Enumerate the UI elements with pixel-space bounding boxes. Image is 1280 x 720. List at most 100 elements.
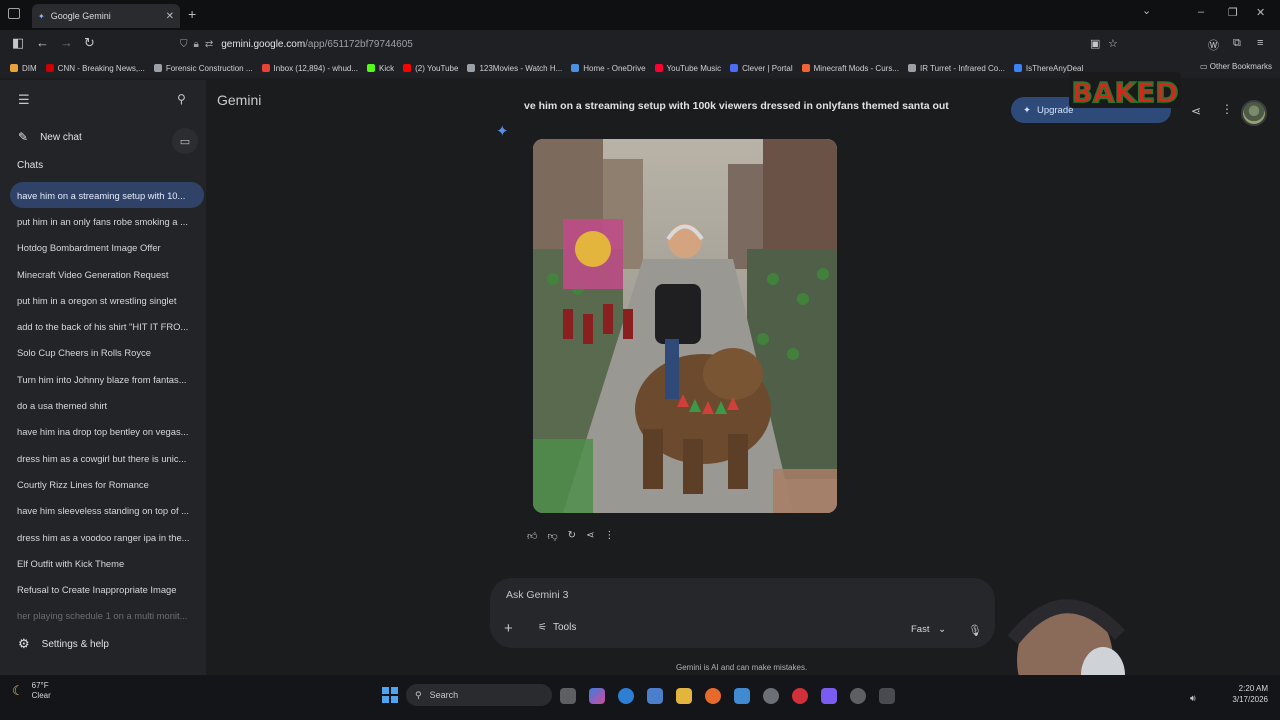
chat-item-active[interactable]: have him on a streaming setup with 10... xyxy=(10,182,204,209)
store-icon[interactable] xyxy=(647,688,663,704)
model-mode-dropdown[interactable]: Fast ⌄ xyxy=(911,624,946,635)
windows-start-icon[interactable] xyxy=(382,687,398,703)
settings-help-button[interactable]: ⚙ Settings & help xyxy=(18,636,109,652)
chat-item[interactable]: Turn him into Johnny blaze from fantas..… xyxy=(10,366,204,392)
chat-item[interactable]: do a usa themed shirt xyxy=(10,392,204,418)
share-icon[interactable]: ⋖ xyxy=(1191,104,1201,118)
bookmark-item[interactable]: DIM xyxy=(10,64,37,73)
bookmark-label: Clever | Portal xyxy=(742,63,793,73)
bookmark-item[interactable]: CNN - Breaking News,... xyxy=(45,64,145,73)
search-icon[interactable]: ⚲ xyxy=(177,92,186,106)
bookmark-item[interactable]: Inbox (12,894) - whud... xyxy=(261,64,358,73)
sidebar-toggle-icon[interactable]: ◧ xyxy=(12,35,24,51)
taskbar-search[interactable]: ⚲ Search xyxy=(406,684,552,706)
bookmark-favicon-icon xyxy=(908,64,916,72)
share-response-icon[interactable]: ⋖ xyxy=(586,530,594,542)
chat-item[interactable]: put him in a oregon st wrestling singlet xyxy=(10,287,204,313)
edge-icon[interactable] xyxy=(618,688,634,704)
close-window-icon[interactable]: ✕ xyxy=(1256,6,1265,19)
minimize-icon[interactable]: – xyxy=(1198,6,1204,18)
chat-item[interactable]: Elf Outfit with Kick Theme xyxy=(10,550,204,576)
bookmark-favicon-icon xyxy=(403,64,412,72)
chrome-icon[interactable] xyxy=(763,688,779,704)
temporary-chat-button[interactable]: ▭ xyxy=(172,128,198,154)
system-tray-icons[interactable]: 🔊︎ xyxy=(1190,693,1196,704)
chat-item[interactable]: her playing schedule 1 on a multi monit.… xyxy=(10,603,204,629)
bookmark-item[interactable]: 123Movies - Watch H... xyxy=(467,64,562,73)
firefox-icon[interactable] xyxy=(705,688,721,704)
bookmark-item[interactable]: Clever | Portal xyxy=(730,64,793,73)
gemini-brand[interactable]: Gemini xyxy=(217,92,261,108)
more-options-icon[interactable]: ⋮ xyxy=(1221,102,1233,116)
tools-label: Tools xyxy=(552,622,577,633)
bookmark-star-icon[interactable]: ☆ xyxy=(1108,37,1118,50)
reload-icon[interactable]: ↻ xyxy=(84,35,95,51)
bookmark-favicon-icon xyxy=(153,64,162,72)
bookmark-item[interactable]: Forensic Construction ... xyxy=(153,64,253,73)
photos-icon[interactable] xyxy=(734,688,750,704)
bookmark-item[interactable]: Minecraft Mods - Curs... xyxy=(801,64,899,73)
chat-item[interactable]: have him ina drop top bentley on vegas..… xyxy=(10,419,204,445)
browser-tab-gemini[interactable]: ✦ Google Gemini ✕ xyxy=(32,4,180,28)
bookmark-item[interactable]: Home - OneDrive xyxy=(571,64,646,73)
search-icon: ⚲ xyxy=(415,689,422,700)
chat-item[interactable]: have him sleeveless standing on top of .… xyxy=(10,498,204,524)
media-player-icon[interactable] xyxy=(792,688,808,704)
chat-item[interactable]: Courtly Rizz Lines for Romance xyxy=(10,471,204,497)
page-info-icon[interactable]: ⇄ xyxy=(205,39,213,50)
snipping-tool-icon[interactable] xyxy=(879,688,895,704)
bookmark-item[interactable]: IR Turret - Infrared Co... xyxy=(908,64,1005,73)
taskbar-clock[interactable]: 2:20 AM 3/17/2026 xyxy=(1222,683,1268,705)
bookmark-item[interactable]: YouTube Music xyxy=(654,64,721,73)
copilot-icon[interactable] xyxy=(589,688,605,704)
shield-icon[interactable]: ⛉ xyxy=(180,39,188,50)
avatar[interactable] xyxy=(1241,100,1267,126)
tools-icon: ⚟ xyxy=(538,622,547,633)
chat-item[interactable]: dress him as a voodoo ranger ipa in the.… xyxy=(10,524,204,550)
chat-item[interactable]: Minecraft Video Generation Request xyxy=(10,261,204,287)
bookmark-item[interactable]: (2) YouTube xyxy=(403,64,458,73)
forward-icon[interactable]: → xyxy=(60,35,73,50)
reader-view-icon[interactable]: ▣ xyxy=(1090,37,1100,50)
extensions-icon[interactable]: ⧉ xyxy=(1233,37,1241,50)
other-bookmarks[interactable]: ▭ Other Bookmarks xyxy=(1193,62,1272,71)
chat-item[interactable]: Solo Cup Cheers in Rolls Royce xyxy=(10,340,204,366)
generated-image[interactable] xyxy=(533,139,837,513)
close-tab-icon[interactable]: ✕ xyxy=(166,11,174,22)
prompt-input[interactable]: Ask Gemini 3 xyxy=(506,589,568,601)
tab-dropdown-icon[interactable]: ⌄ xyxy=(1142,4,1151,17)
profile-icon[interactable]: Ⓦ xyxy=(1208,37,1219,53)
chat-item[interactable]: Hotdog Bombardment Image Offer xyxy=(10,235,204,261)
weather-widget[interactable]: ☾ 67°F Clear xyxy=(12,681,51,701)
microphone-icon[interactable]: 🎙︎ xyxy=(968,624,982,637)
new-chat-button[interactable]: ✎ New chat xyxy=(18,130,82,144)
prompt-input-box[interactable]: Ask Gemini 3 + ⚟ Tools Fast ⌄ 🎙︎ xyxy=(490,578,995,648)
maximize-icon[interactable]: ❐ xyxy=(1228,6,1238,19)
discord-icon[interactable] xyxy=(821,688,837,704)
tab-list-icon[interactable] xyxy=(8,8,20,19)
hamburger-menu-icon[interactable]: ☰ xyxy=(18,92,30,108)
thumbs-up-icon[interactable]: 👍︎ xyxy=(527,530,537,542)
chat-item[interactable]: put him in an only fans robe smoking a .… xyxy=(10,208,204,234)
back-icon[interactable]: ← xyxy=(36,35,49,50)
chat-item[interactable]: Refusal to Create Inappropriate Image xyxy=(10,576,204,602)
file-explorer-icon[interactable] xyxy=(676,688,692,704)
add-attachment-icon[interactable]: + xyxy=(504,620,513,637)
lock-icon[interactable]: 🔒︎ xyxy=(194,39,199,50)
settings-label: Settings & help xyxy=(41,638,109,650)
more-actions-icon[interactable]: ⋮ xyxy=(604,530,614,542)
bookmark-item[interactable]: Kick xyxy=(367,64,394,73)
chat-item[interactable]: dress him as a cowgirl but there is unic… xyxy=(10,445,204,471)
clock-time: 2:20 AM xyxy=(1238,684,1268,693)
regenerate-icon[interactable]: ↻ xyxy=(568,530,576,542)
thumbs-down-icon[interactable]: 👎︎ xyxy=(547,530,557,542)
weather-condition: Clear xyxy=(31,691,51,700)
settings-app-icon[interactable] xyxy=(850,688,866,704)
menu-icon[interactable]: ≡ xyxy=(1257,37,1263,49)
address-bar[interactable]: ⛉ 🔒︎ ⇄ gemini.google.com /app/651172bf79… xyxy=(180,34,1130,55)
chat-item[interactable]: add to the back of his shirt "HIT IT FRO… xyxy=(10,313,204,339)
tools-button[interactable]: ⚟ Tools xyxy=(538,622,576,633)
clock-date: 3/17/2026 xyxy=(1232,695,1268,704)
new-tab-icon[interactable]: + xyxy=(188,6,196,22)
task-view-icon[interactable] xyxy=(560,688,576,704)
